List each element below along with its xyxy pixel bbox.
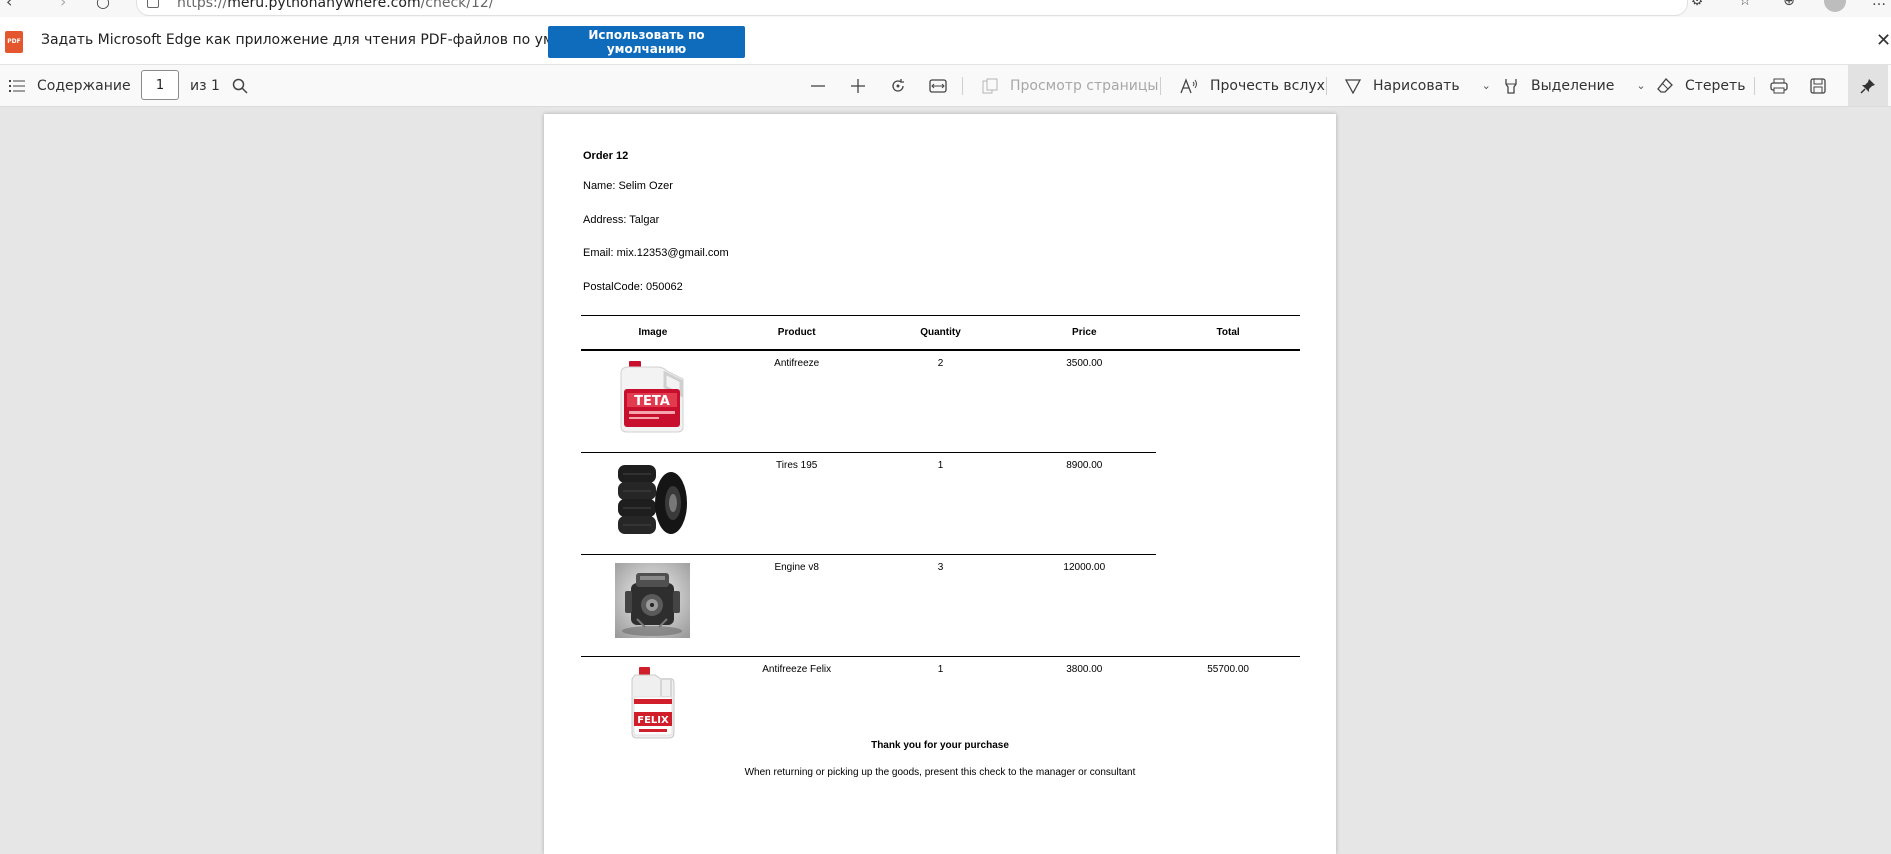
product-image-cell (581, 555, 725, 657)
table-header-row: Image Product Quantity Price Total (581, 315, 1300, 351)
pdf-toolbar: Содержание из 1 Просмотр страницы Прочес… (0, 65, 1891, 107)
print-icon[interactable] (1770, 65, 1788, 106)
toolbar-separator (1754, 77, 1755, 95)
product-image-cell: TETA (581, 350, 725, 453)
chevron-down-icon[interactable]: ⌄ (1636, 79, 1645, 92)
erase-button[interactable]: Стереть (1657, 65, 1745, 106)
return-policy-note: When returning or picking up the goods, … (744, 767, 1136, 778)
set-default-button[interactable]: Использовать по умолчанию (548, 26, 745, 58)
zoom-out-icon[interactable] (810, 65, 826, 106)
product-price: 8900.00 (1012, 452, 1157, 555)
row-total (1156, 350, 1300, 453)
search-icon[interactable] (232, 65, 248, 106)
browser-address-strip: ‹ › ○ https://meru.pythonanywhere.com/ch… (0, 0, 1891, 17)
fit-page-icon[interactable] (929, 65, 947, 106)
antifreeze-teta-image: TETA (615, 359, 691, 434)
toolbar-separator (962, 77, 963, 95)
profile-avatar[interactable] (1824, 0, 1846, 12)
save-icon[interactable] (1810, 65, 1826, 106)
product-image-cell (581, 452, 725, 555)
back-icon[interactable]: ‹ (6, 0, 12, 11)
svg-text:FELIX: FELIX (638, 715, 670, 726)
address-bar[interactable]: https://meru.pythonanywhere.com/check/12… (136, 0, 1688, 16)
pdf-file-icon: PDF (5, 31, 23, 53)
row-total (1156, 555, 1300, 657)
column-header: Total (1156, 315, 1300, 351)
antifreeze-felix-image: FELIX (615, 665, 691, 740)
more-icon[interactable]: … (1870, 0, 1888, 11)
customer-name: Name: Selim Ozer (583, 180, 673, 192)
read-aloud-label: Прочесть вслух (1210, 77, 1325, 94)
customer-postal-code: PostalCode: 050062 (583, 281, 683, 293)
page-view-button[interactable]: Просмотр страницы (982, 65, 1158, 106)
draw-label: Нарисовать (1373, 77, 1460, 94)
page-number-input[interactable] (141, 70, 179, 100)
contents-button[interactable]: Содержание (9, 65, 131, 106)
column-header: Image (581, 315, 725, 351)
highlight-button[interactable]: Выделение ⌄ (1503, 65, 1646, 106)
lock-icon (147, 0, 159, 8)
customer-address: Address: Talgar (583, 214, 660, 226)
table-row: Engine v8 3 12000.00 (581, 555, 1300, 657)
pdf-page: Order 12 Name: Selim Ozer Address: Talga… (544, 114, 1336, 854)
contents-label: Содержание (37, 77, 131, 94)
svg-text:TETA: TETA (635, 394, 671, 409)
table-row: TETA Antifreeze 2 3500.00 (581, 350, 1300, 453)
chevron-down-icon[interactable]: ⌄ (1482, 79, 1491, 92)
engine-image (615, 563, 691, 638)
close-icon[interactable]: ✕ (1876, 30, 1891, 51)
pin-toolbar-icon[interactable] (1848, 65, 1888, 106)
product-name: Engine v8 (774, 562, 819, 573)
column-header: Quantity (868, 315, 1013, 351)
toolbar-separator (1160, 77, 1161, 95)
thank-you-message: Thank you for your purchase (871, 740, 1009, 751)
page-total: из 1 (190, 77, 220, 94)
eraser-icon (1657, 77, 1673, 93)
page-view-label: Просмотр страницы (1010, 77, 1159, 94)
erase-label: Стереть (1685, 77, 1746, 94)
toolbar-separator (1326, 77, 1327, 95)
order-title: Order 12 (583, 150, 629, 162)
column-header: Price (1012, 315, 1157, 351)
favorites-icon[interactable]: ☆ (1736, 0, 1754, 11)
collections-icon[interactable]: ⊕ (1780, 0, 1798, 11)
draw-icon (1345, 78, 1361, 94)
product-name: Tires 195 (724, 452, 869, 555)
infobar-message: Задать Microsoft Edge как приложение для… (41, 32, 626, 48)
read-aloud-button[interactable]: Прочесть вслух (1180, 65, 1325, 106)
row-total (1156, 453, 1300, 555)
default-pdf-infobar: PDF Задать Microsoft Edge как приложение… (0, 17, 1891, 65)
draw-button[interactable]: Нарисовать ⌄ (1345, 65, 1491, 106)
refresh-icon[interactable]: ○ (96, 0, 110, 11)
highlight-icon (1505, 78, 1517, 94)
zoom-in-icon[interactable] (850, 65, 866, 106)
product-quantity: 2 (868, 350, 1013, 453)
tires-image (615, 461, 691, 536)
product-price: 3500.00 (1012, 350, 1157, 453)
url-text: https://meru.pythonanywhere.com/check/12… (177, 0, 494, 11)
table-row: Tires 195 1 8900.00 (581, 452, 1300, 555)
page-view-icon (982, 78, 998, 93)
column-header: Product (724, 315, 869, 351)
customer-email: Email: mix.12353@gmail.com (583, 247, 729, 259)
list-icon (9, 79, 25, 92)
reader-settings-icon[interactable]: ⚙ (1688, 0, 1706, 11)
highlight-label: Выделение (1531, 77, 1615, 94)
read-aloud-icon (1180, 77, 1197, 93)
product-price: 12000.00 (1063, 562, 1106, 573)
product-name: Antifreeze (724, 350, 869, 453)
product-quantity: 3 (937, 562, 944, 573)
product-quantity: 1 (868, 452, 1013, 555)
order-table: Image Product Quantity Price Total TETA … (581, 315, 1300, 758)
rotate-icon[interactable] (890, 65, 906, 106)
forward-icon[interactable]: › (60, 0, 66, 11)
